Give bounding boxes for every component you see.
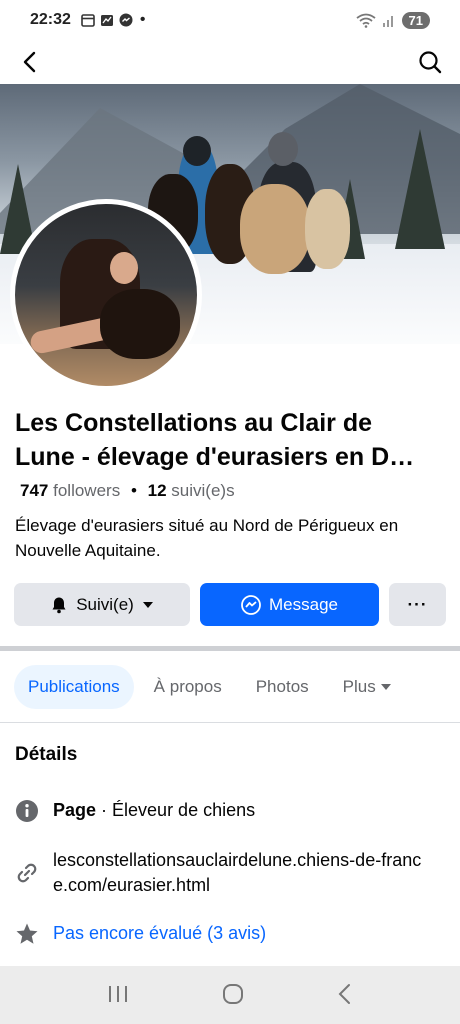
follow-stats: 747 followers • 12 suivi(e)s [20, 481, 235, 501]
bell-icon [52, 597, 66, 613]
messenger-icon [119, 13, 133, 27]
search-button[interactable] [416, 48, 444, 76]
cover-person-head [268, 132, 298, 166]
recent-apps-icon [108, 985, 127, 1002]
cover-dog [240, 184, 310, 274]
top-navigation [0, 40, 460, 84]
page-title: Les Constellations au Clair de Lune - él… [15, 406, 445, 474]
followers-count[interactable]: 747 [20, 481, 48, 500]
page-category: · Éleveur de chiens [96, 800, 256, 820]
system-back-button[interactable] [337, 983, 353, 1010]
tab-label: Photos [255, 677, 309, 696]
details-heading: Détails [15, 744, 78, 765]
detail-rating[interactable]: Pas encore évalué (3 avis) [14, 921, 454, 947]
message-icon [100, 14, 113, 26]
messenger-icon [241, 594, 261, 615]
message-button-label: Message [269, 594, 338, 614]
following-button-label: Suivi(e) [76, 594, 134, 614]
profile-tabs: Publications À propos Photos Plus [14, 665, 454, 709]
page-title-line: Les Constellations au Clair de [15, 409, 373, 437]
tab-label: Plus [342, 677, 376, 696]
tab-publications[interactable]: Publications [14, 665, 134, 709]
system-navigation-bar [0, 968, 460, 1024]
following-count[interactable]: 12 [148, 481, 167, 500]
star-icon [14, 921, 40, 947]
detail-page-category: Page · Éleveur de chiens [14, 798, 454, 824]
more-options-icon: ··· [407, 594, 428, 614]
signal-icon [382, 16, 393, 27]
arrow-left-icon [23, 51, 36, 73]
caret-down-icon [380, 684, 391, 690]
info-icon [14, 798, 40, 824]
page-label: Page [53, 800, 97, 820]
section-divider [0, 646, 460, 651]
cover-person-head [183, 136, 211, 166]
cover-dog [305, 189, 350, 269]
tab-about[interactable]: À propos [140, 665, 236, 709]
followers-label[interactable]: followers [53, 481, 120, 500]
following-button[interactable]: Suivi(e) [14, 583, 190, 626]
rating-link[interactable]: Pas encore évalué (3 avis) [53, 921, 266, 946]
status-time: 22:32 [30, 11, 71, 28]
link-icon [14, 860, 40, 886]
home-icon [222, 983, 243, 1004]
more-notifications-dot: • [139, 11, 146, 28]
stats-separator: • [130, 481, 137, 500]
detail-website[interactable]: lesconstellationsauclairdelune.chiens-de… [14, 848, 454, 898]
recent-apps-button[interactable] [107, 984, 129, 1009]
profile-person-face [110, 252, 138, 284]
page-title-line: Lune - élevage d'eurasiers en D… [15, 443, 415, 471]
more-options-button[interactable]: ··· [389, 583, 446, 626]
notification-icons: • [81, 11, 146, 29]
system-icons: 71 [355, 11, 430, 29]
profile-picture[interactable] [10, 199, 202, 391]
tab-more[interactable]: Plus [329, 665, 406, 709]
website-link[interactable]: lesconstellationsauclairdelune.chiens-de… [53, 848, 433, 898]
back-button[interactable] [16, 48, 44, 76]
caret-down-icon [142, 601, 153, 608]
wifi-icon [355, 13, 376, 28]
profile-dog [100, 289, 180, 359]
status-bar: 22:32 • 71 [0, 0, 460, 40]
battery-indicator: 71 [401, 11, 430, 29]
page-bio: Élevage d'eurasiers situé au Nord de Pér… [15, 516, 399, 560]
home-button[interactable] [222, 983, 244, 1010]
calendar-icon [81, 13, 95, 27]
chevron-left-icon [338, 983, 351, 1004]
following-label[interactable]: suivi(e)s [171, 481, 234, 500]
tab-photos[interactable]: Photos [242, 665, 323, 709]
message-button[interactable]: Message [200, 583, 379, 626]
tabs-divider [0, 722, 460, 723]
search-icon [419, 51, 442, 74]
action-buttons: Suivi(e) Message ··· [14, 583, 446, 627]
tab-label: Publications [28, 677, 120, 696]
tab-label: À propos [153, 677, 222, 696]
